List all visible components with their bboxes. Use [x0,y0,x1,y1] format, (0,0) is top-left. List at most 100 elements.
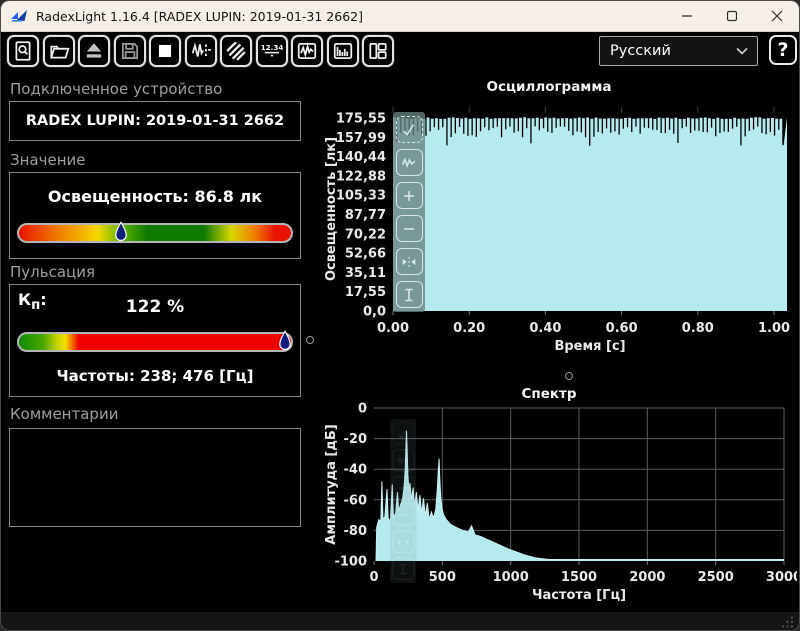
illuminance-reading: Освещенность: 86.8 лк [9,187,301,206]
check-icon [399,120,419,140]
layout-panels-button[interactable] [362,35,394,67]
x-tick-label: 1500 [561,570,597,585]
pulsation-scale [17,332,293,352]
main-toolbar: 12.34 [7,35,394,67]
resize-grip[interactable] [781,615,794,628]
x-tick-label: 3000 [766,570,797,585]
x-tick-label: 0.60 [606,321,638,336]
window-controls [664,1,799,31]
chart-splitter-handle[interactable] [565,372,573,380]
x-tick-label: 2000 [629,570,665,585]
y-tick-label: 140,44 [336,150,386,165]
eject-icon [83,40,105,62]
y-tick-label: -40 [344,463,368,478]
kp-value: 122 % [9,297,301,317]
pulsation-scale-bar [17,332,293,352]
x-tick-label: 0.80 [682,321,714,336]
chevron-down-icon [736,47,748,55]
x-tick-label: 0.40 [529,321,561,336]
y-tick-label: 70,22 [345,227,386,242]
comments-input[interactable] [9,428,301,527]
pulsation-waveform-icon [190,40,212,62]
pulsation-marker [279,330,291,352]
oscillogram-waveform [393,117,787,311]
illuminance-scale [17,223,293,243]
zoom-out-button[interactable] [396,215,423,242]
comments-section-label: Комментарии [10,405,118,423]
save-button[interactable] [114,35,146,67]
x-tick-label: 0.00 [377,321,409,336]
oscillogram-title: Осциллограмма [319,79,779,95]
value-box [9,172,301,259]
help-button[interactable]: ? [769,35,797,65]
y-tick-label: 0 [358,402,367,417]
y-axis-label: Освещенность [лк] [324,137,339,281]
hatch-mode-button[interactable] [220,35,252,67]
x-tick-label: 1.00 [758,321,790,336]
y-tick-label: 87,77 [345,208,386,223]
open-file-button[interactable] [43,35,75,67]
minus-icon [399,219,419,239]
maximize-button[interactable] [709,1,754,31]
frequencies-reading: Частоты: 238; 476 [Гц] [9,367,301,385]
spectrum-view-icon [332,40,354,62]
status-bar [1,612,800,631]
plus-icon [399,186,419,206]
close-icon [771,10,783,22]
app-logo-icon [11,9,28,24]
spectrum-chart[interactable]: 0500100015002000250030000-20-40-60-80-10… [319,399,797,611]
fit-window-button[interactable] [396,149,423,176]
x-tick-label: 2500 [698,570,734,585]
fit-horizontal-icon [399,252,419,272]
y-axis-label: Амплитуда [дБ] [324,424,339,544]
x-tick-label: 500 [429,570,456,585]
illuminance-scale-bar [17,223,293,243]
svg-text:12.34: 12.34 [261,43,283,52]
oscillogram-view-icon [296,40,318,62]
illuminance-marker [115,221,127,243]
eject-read-device-button[interactable] [78,35,110,67]
save-icon [119,40,141,62]
open-file-icon [48,40,70,62]
panel-splitter-handle[interactable] [306,336,314,344]
close-button[interactable] [754,1,799,31]
fit-vertical-button[interactable] [396,281,423,308]
autoscale-toggle-button[interactable] [396,116,423,143]
pulsation-waveform-button[interactable] [185,35,217,67]
oscillogram-chart-toolbar [393,112,425,312]
oscillogram-view-button[interactable] [291,35,323,67]
document-search-icon [12,40,34,62]
fit-horizontal-button[interactable] [396,248,423,275]
numeric-display-button[interactable]: 12.34 [256,35,288,67]
x-axis-label: Частота [Гц] [532,588,626,603]
i-beam-icon [399,285,419,305]
document-search-button[interactable] [7,35,39,67]
y-tick-label: 35,11 [345,266,386,281]
device-section-label: Подключенное устройство [10,80,222,98]
stop-button[interactable] [149,35,181,67]
stop-icon [154,40,176,62]
y-tick-label: -80 [344,524,368,539]
minimize-button[interactable] [664,1,709,31]
oscillogram-chart[interactable]: 0.00 0.20 0.40 0.60 0.80 1.00 175,55 157,99 140,… [319,97,797,353]
y-tick-label: 157,99 [336,131,386,146]
numeric-display-icon: 12.34 [261,40,283,62]
language-select-value: Русский [610,43,671,59]
x-tick-label: 0.20 [453,321,485,336]
layout-panels-icon [367,40,389,62]
x-tick-label: 0 [369,570,378,585]
value-section-label: Значение [10,151,86,169]
language-select[interactable]: Русский [599,36,758,66]
titlebar[interactable]: RadexLight 1.16.4 [RADEX LUPIN: 2019-01-… [1,1,799,32]
y-tick-label: 52,66 [345,247,386,262]
y-tick-label: 175,55 [336,112,386,127]
app-window: RadexLight 1.16.4 [RADEX LUPIN: 2019-01-… [0,0,800,631]
x-tick-label: 1000 [493,570,529,585]
y-tick-label: 105,33 [336,189,386,204]
hatch-icon [225,40,247,62]
spectrum-view-button[interactable] [327,35,359,67]
zoom-in-button[interactable] [396,182,423,209]
device-box: RADEX LUPIN: 2019-01-31 2662 [9,101,301,141]
pulsation-section-label: Пульсация [10,263,95,281]
y-tick-label: 0,0 [363,305,386,320]
